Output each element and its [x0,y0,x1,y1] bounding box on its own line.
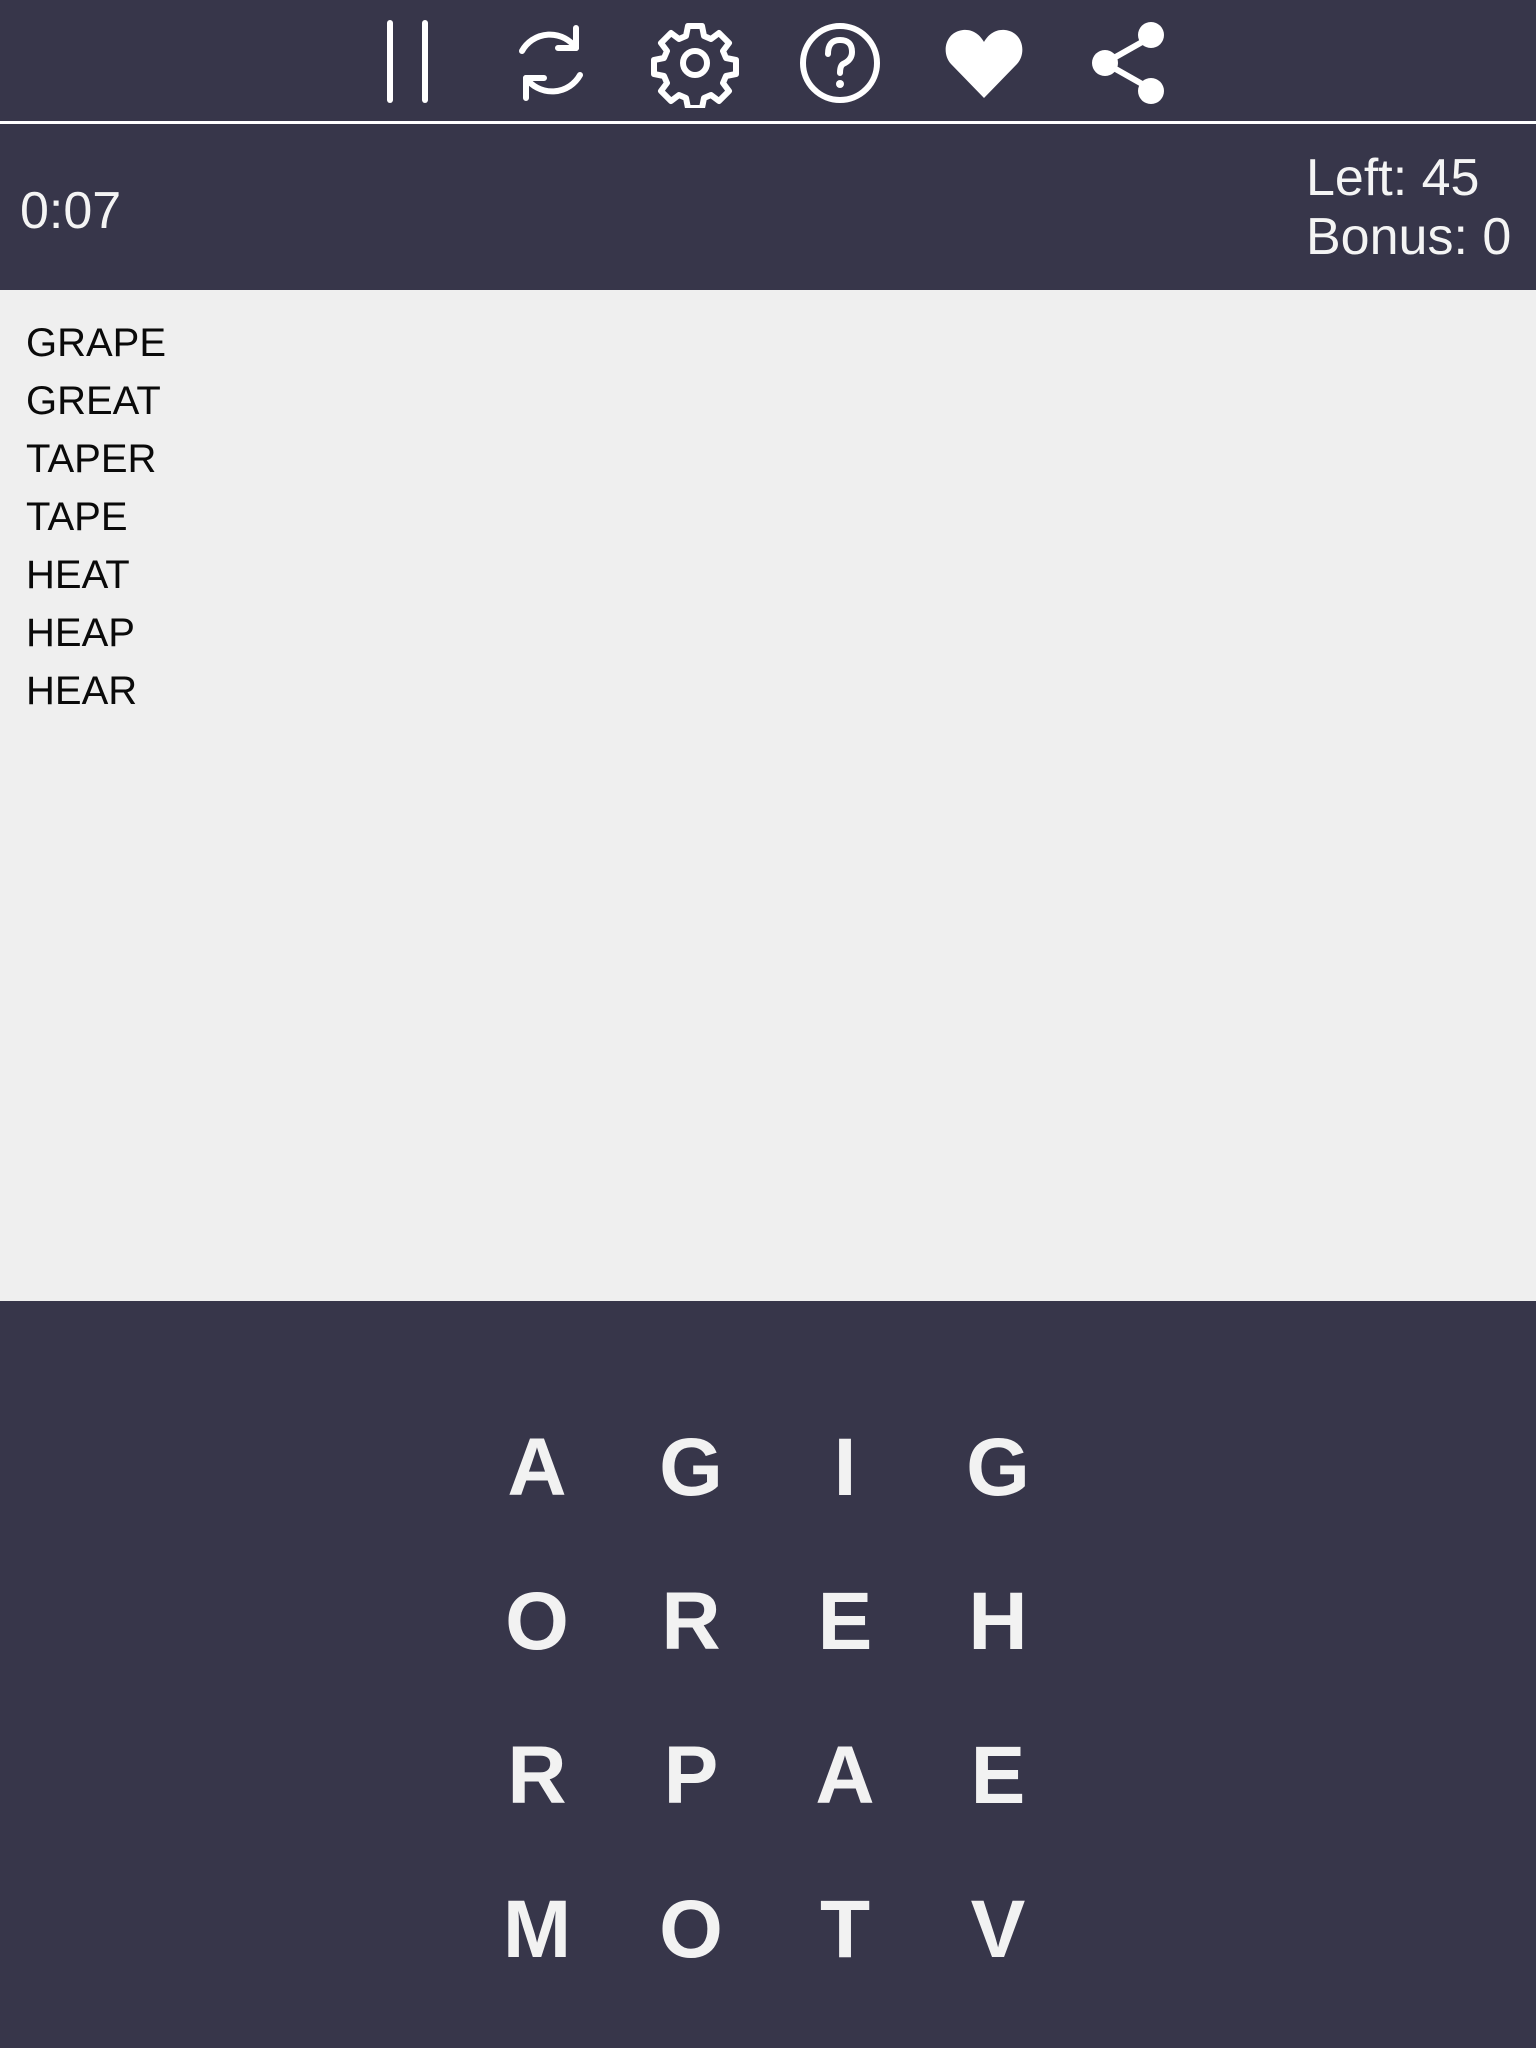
toolbar [0,0,1536,124]
pause-icon [387,20,428,103]
restart-button[interactable] [506,18,596,108]
found-word: GREAT [26,379,161,423]
found-word: TAPE [26,495,128,539]
game-timer: 0:07 [20,182,122,240]
letter-tile[interactable]: R [477,1716,597,1836]
letter-tile[interactable]: E [785,1562,905,1682]
bonus-counter: Bonus: 0 [1306,208,1512,266]
letter-tile[interactable]: G [938,1408,1058,1528]
gear-icon [651,23,739,108]
letter-tile[interactable]: A [785,1716,905,1836]
letter-tile[interactable]: A [477,1408,597,1528]
favorite-button[interactable] [939,18,1029,108]
settings-button[interactable] [650,18,740,108]
status-bar: 0:07 Left: 45 Bonus: 0 [0,127,1536,290]
share-icon [1092,22,1164,104]
score-counters: Left: 45 Bonus: 0 [1306,149,1511,267]
letter-tile[interactable]: T [785,1870,905,1990]
refresh-icon [519,25,583,101]
found-word: HEAP [26,611,135,655]
words-left-counter: Left: 45 [1306,149,1480,207]
help-button[interactable] [795,18,885,108]
pause-button[interactable] [364,18,454,108]
found-words-panel: GRAPE GREAT TAPER TAPE HEAT HEAP HEAR [0,290,1536,1301]
found-words-list: GRAPE GREAT TAPER TAPE HEAT HEAP HEAR [26,314,166,720]
letter-tile[interactable]: P [631,1716,751,1836]
letter-tile[interactable]: V [938,1870,1058,1990]
letter-tile[interactable]: M [477,1870,597,1990]
found-word: TAPER [26,437,157,481]
question-icon [800,23,880,103]
letter-tile[interactable]: G [631,1408,751,1528]
found-word: GRAPE [26,321,167,365]
share-button[interactable] [1083,18,1173,108]
letter-tile[interactable]: O [477,1562,597,1682]
letter-tile[interactable]: R [631,1562,751,1682]
letter-grid: A G I G O R E H R P A E M O T V [0,1301,1536,2048]
found-word: HEAR [26,669,138,713]
letter-tile[interactable]: I [785,1408,905,1528]
letter-tile[interactable]: E [938,1716,1058,1836]
letter-tile[interactable]: H [938,1562,1058,1682]
found-word: HEAT [26,553,130,597]
letter-tile[interactable]: O [631,1870,751,1990]
heart-icon [945,29,1023,98]
